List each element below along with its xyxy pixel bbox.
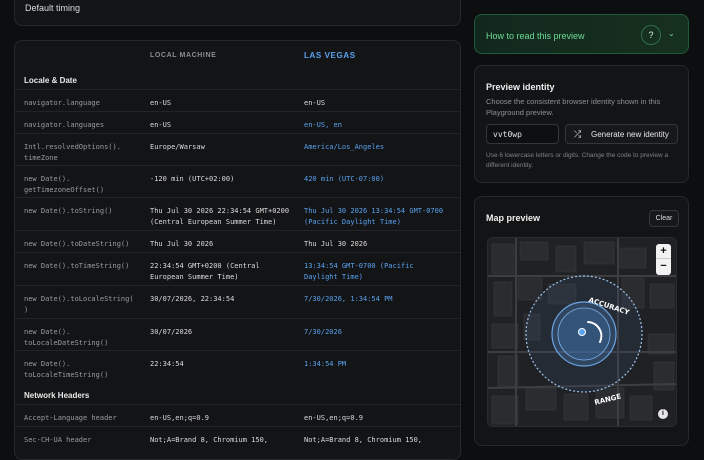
row-key: Intl.resolvedOptions(). timeZone: [24, 143, 121, 162]
row-remote-value: Thu Jul 30 2026 13:34:54 GMT-0700 (Pacif…: [304, 207, 444, 226]
row-local-value: 30/07/2026, 22:34:54: [150, 295, 235, 303]
row-key: new Date(). toLocaleTimeString(): [24, 360, 109, 379]
row-key: new Date().toDateString(): [24, 240, 130, 248]
how-to-read-label: How to read this preview: [486, 31, 585, 41]
column-local-machine: LOCAL MACHINE: [150, 52, 217, 59]
row-local-value: 30/07/2026: [150, 328, 193, 336]
row-local-value: en-US,en;q=0.9: [150, 414, 210, 422]
row-remote-value: en-US, en: [304, 121, 342, 129]
row-key: new Date().toLocaleString( ): [24, 295, 134, 314]
identity-hint: Use 6 lowercase letters or digits. Chang…: [486, 152, 669, 169]
zoom-out-button[interactable]: −: [656, 259, 671, 274]
map-preview-title: Map preview: [486, 213, 541, 223]
row-key: new Date().toString(): [24, 207, 113, 215]
identity-code-input[interactable]: vvt0wp: [486, 124, 559, 144]
table-row: new Date().toDateString() Thu Jul 30 2026…: [15, 230, 460, 252]
comparison-table: LOCAL MACHINE LAS VEGAS Locale & Date nav…: [14, 40, 461, 460]
preview-identity-description: Choose the consistent browser identity s…: [486, 97, 661, 117]
table-row: navigator.language en-US en-US: [15, 89, 460, 111]
map-view[interactable]: ACCURACY RANGE + − i: [487, 237, 677, 427]
row-local-value: Not;A=Brand 8, Chromium 150,: [150, 436, 269, 444]
table-row: Sec-CH-UA header Not;A=Brand 8, Chromium …: [15, 426, 460, 448]
zoom-in-button[interactable]: +: [656, 244, 671, 259]
row-local-value: Thu Jul 30 2026: [150, 240, 214, 248]
row-local-value: Thu Jul 30 2026 22:34:54 GMT+0200 (Centr…: [150, 207, 290, 226]
map-canvas[interactable]: ACCURACY RANGE: [488, 238, 677, 427]
table-header: LOCAL MACHINE LAS VEGAS: [15, 41, 460, 71]
row-key: new Date().toTimeString(): [24, 262, 130, 270]
row-remote-value: 1:34:54 PM: [304, 360, 347, 368]
zoom-control: + −: [656, 244, 671, 275]
default-timing-label: Default timing: [25, 3, 81, 13]
table-row: new Date().toString() Thu Jul 30 2026 22:…: [15, 197, 460, 230]
column-las-vegas: LAS VEGAS: [304, 51, 356, 60]
preview-identity-title: Preview identity: [486, 82, 555, 92]
row-key: Sec-CH-UA header: [24, 436, 92, 444]
table-row: new Date(). toLocaleDateString() 30/07/20…: [15, 318, 460, 350]
row-local-value: en-US: [150, 99, 172, 107]
row-remote-value: Not;A=Brand 8, Chromium 150,: [304, 436, 423, 444]
generate-identity-button[interactable]: ⤮ Generate new identity: [565, 124, 678, 144]
row-key: navigator.language: [24, 99, 100, 107]
row-remote-value: en-US,en;q=0.9: [304, 414, 364, 422]
generate-identity-label: Generate new identity: [591, 130, 669, 139]
table-row: Accept-Language header en-US,en;q=0.9 en-U…: [15, 404, 460, 426]
chevron-down-icon[interactable]: ⌄: [668, 29, 675, 38]
section-title: Network Headers: [24, 391, 90, 400]
row-remote-value: 7/30/2026: [304, 328, 342, 336]
default-timing-card: Default timing: [14, 0, 461, 26]
row-remote-value: 7/30/2026, 1:34:54 PM: [304, 295, 393, 303]
info-icon[interactable]: i: [658, 409, 668, 419]
row-key: new Date(). getTimezoneOffset(): [24, 175, 105, 194]
row-remote-value: 420 min (UTC-07:00): [304, 175, 385, 183]
map-preview-card: Map preview Clear ACCURACY RANGE + − i: [474, 196, 689, 446]
row-remote-value: Thu Jul 30 2026: [304, 240, 368, 248]
clear-button[interactable]: Clear: [649, 210, 679, 227]
section-title: Locale & Date: [24, 76, 77, 85]
how-to-read-card[interactable]: How to read this preview ? ⌄: [474, 14, 689, 54]
preview-identity-card: Preview identity Choose the consistent b…: [474, 65, 689, 183]
table-row: new Date().toLocaleString( ) 30/07/2026, …: [15, 285, 460, 318]
question-icon[interactable]: ?: [641, 25, 661, 45]
row-key: new Date(). toLocaleDateString(): [24, 328, 109, 347]
row-local-value: 22:34:54: [150, 360, 184, 368]
row-local-value: -120 min (UTC+02:00): [150, 175, 235, 183]
table-row: navigator.languages en-US en-US, en: [15, 111, 460, 133]
table-row: new Date(). getTimezoneOffset() -120 min …: [15, 165, 460, 197]
table-row: Intl.resolvedOptions(). timeZone Europe/W…: [15, 133, 460, 165]
location-dot: [578, 328, 586, 336]
row-local-value: en-US: [150, 121, 172, 129]
row-key: navigator.languages: [24, 121, 105, 129]
row-local-value: 22:34:54 GMT+0200 (Central European Summ…: [150, 262, 260, 281]
row-local-value: Europe/Warsaw: [150, 143, 205, 151]
row-remote-value: America/Los_Angeles: [304, 143, 385, 151]
row-remote-value: en-US: [304, 99, 326, 107]
row-key: Accept-Language header: [24, 414, 117, 422]
table-row: new Date(). toLocaleTimeString() 22:34:54…: [15, 350, 460, 382]
table-row: new Date().toTimeString() 22:34:54 GMT+02…: [15, 252, 460, 285]
shuffle-icon: ⤮: [574, 129, 582, 139]
row-remote-value: 13:34:54 GMT-0700 (Pacific Daylight Time…: [304, 262, 414, 281]
